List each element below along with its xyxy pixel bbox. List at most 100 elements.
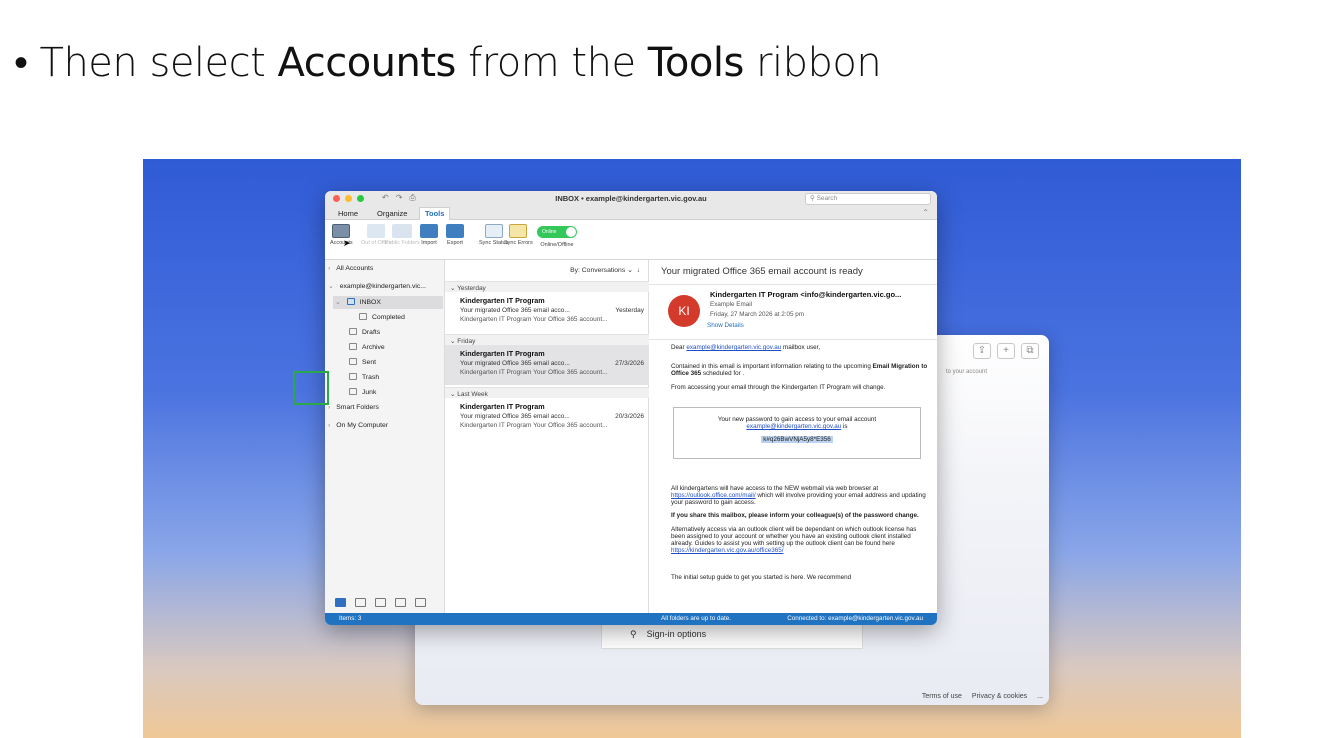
public-folders-icon [392, 224, 413, 238]
outlook-window: ↶ ↷ ⎙ INBOX • example@kindergarten.vic.g… [325, 191, 937, 625]
privacy-link[interactable]: Privacy & cookies [972, 693, 1027, 700]
greeting-rest: mailbox user, [781, 344, 821, 351]
sort-dropdown[interactable]: By: Conversations ⌄ ↓ [570, 266, 640, 274]
sidebar-item-on-my-computer[interactable]: › On My Computer [328, 422, 388, 429]
sign-in-options-label: Sign-in options [646, 629, 707, 639]
tabs-icon[interactable]: ⧉ [1021, 343, 1039, 359]
calendar-icon[interactable] [355, 598, 366, 607]
public-folders-button[interactable]: Public Folders [385, 224, 420, 246]
new-tab-icon[interactable]: + [997, 343, 1015, 359]
title-tools: Tools [647, 40, 745, 86]
p1-end: scheduled for . [701, 370, 745, 378]
title-bar: ↶ ↷ ⎙ INBOX • example@kindergarten.vic.g… [325, 191, 937, 207]
sidebar-item-junk[interactable]: Junk [349, 388, 376, 396]
warning-icon [509, 224, 528, 238]
paragraph-6: The initial setup guide to get you start… [671, 574, 852, 582]
mouse-cursor-icon: ➤ [343, 238, 351, 248]
password-intro: Your new password to gain access to your… [717, 415, 877, 423]
all-accounts-label: All Accounts [336, 265, 374, 272]
status-bar: Items: 3 All folders are up to date. Con… [325, 613, 937, 625]
sort-direction-icon[interactable]: ↓ [637, 267, 640, 274]
password-email-link[interactable]: example@kindergarten.vic.gov.au [746, 423, 841, 430]
public-folders-label: Public Folders [385, 240, 420, 246]
message-list: By: Conversations ⌄ ↓ ⌄ Yesterday Kinder… [445, 260, 649, 613]
message-date: Yesterday [615, 307, 644, 314]
more-icon[interactable]: ... [1037, 693, 1043, 700]
tab-tools[interactable]: Tools [419, 207, 451, 220]
group-label: Yesterday [457, 285, 486, 292]
inbox-label: INBOX [359, 299, 381, 306]
signin-toolbar: ⇪ + ⧉ [973, 343, 1039, 359]
tasks-icon[interactable] [395, 598, 406, 607]
sidebar-item-sent[interactable]: Sent [349, 358, 376, 366]
completed-label: Completed [372, 314, 405, 321]
guides-link[interactable]: https://kindergarten.vic.gov.au/office36… [671, 547, 783, 554]
list-item[interactable]: Kindergarten IT Program Your migrated Of… [445, 345, 649, 385]
reading-pane: Your migrated Office 365 email account i… [649, 260, 937, 613]
item-count: Items: 3 [339, 615, 362, 622]
on-my-computer-label: On My Computer [336, 422, 389, 429]
mail-icon[interactable] [335, 598, 346, 607]
avatar: KI [668, 295, 700, 327]
sidebar-item-inbox[interactable]: ⌄ INBOX [333, 296, 443, 309]
sync-errors-label: Sync Errors [504, 240, 533, 246]
chevron-right-icon: › [328, 422, 331, 429]
message-subject: Your migrated Office 365 email acco... [460, 307, 570, 314]
sync-errors-button[interactable]: Sync Errors [504, 224, 533, 246]
message-date: 20/3/2026 [615, 413, 644, 420]
archive-label: Archive [362, 344, 385, 351]
search-input[interactable]: ⚲ Search [805, 193, 931, 205]
export-button[interactable]: Export [446, 224, 464, 246]
bullet: • [14, 40, 28, 86]
accounts-button[interactable]: Accounts ➤ [330, 224, 353, 248]
sidebar-item-completed[interactable]: Completed [359, 313, 405, 321]
group-label: Last Week [457, 391, 488, 398]
search-icon: ⚲ [810, 195, 817, 202]
module-switcher [335, 598, 426, 607]
account-label: example@kindergarten.vic... [339, 283, 426, 290]
p3-text: All kindergartens will have access to th… [671, 484, 879, 492]
paragraph-4: If you share this mailbox, please inform… [671, 512, 929, 519]
share-icon[interactable]: ⇪ [973, 343, 991, 359]
sidebar-item-archive[interactable]: Archive [349, 343, 385, 351]
sidebar-item-account[interactable]: ⌄ example@kindergarten.vic... [328, 282, 426, 290]
greeting: Dear example@kindergarten.vic.gov.au mai… [671, 344, 929, 351]
email-from[interactable]: Kindergarten IT Program <info@kindergart… [710, 290, 901, 299]
terms-link[interactable]: Terms of use [922, 693, 962, 700]
show-details-link[interactable]: Show Details [707, 322, 744, 329]
list-item[interactable]: Kindergarten IT Program Your migrated Of… [445, 398, 649, 438]
webmail-link[interactable]: https://outlook.office.com/mail/ [671, 492, 756, 499]
email-from-name: Example Email [710, 301, 752, 308]
group-header-last-week[interactable]: ⌄ Last Week [445, 387, 649, 398]
paragraph-2: From accessing your email through the Ki… [671, 383, 886, 391]
group-header-friday[interactable]: ⌄ Friday [445, 334, 649, 345]
drafts-label: Drafts [362, 329, 381, 336]
email-body: Dear example@kindergarten.vic.gov.au mai… [671, 344, 929, 588]
list-item[interactable]: Kindergarten IT Program Your migrated Of… [445, 292, 649, 332]
junk-label: Junk [362, 389, 377, 396]
import-button[interactable]: Import [420, 224, 438, 246]
tab-home[interactable]: Home [333, 208, 363, 219]
sidebar-item-drafts[interactable]: Drafts [349, 328, 380, 336]
trash-icon [349, 373, 357, 380]
online-offline-button[interactable]: Online Online/Offline [537, 224, 577, 248]
paragraph-5: Alternatively access via an outlook clie… [671, 526, 929, 555]
sidebar-item-smart-folders[interactable]: › Smart Folders [328, 404, 379, 411]
sidebar-item-all-accounts[interactable]: › All Accounts [328, 265, 373, 272]
message-preview: Kindergarten IT Program Your Office 365 … [460, 369, 608, 376]
password-value: k#q26BwVNjA5y8*E356 [761, 436, 833, 444]
archive-icon [349, 343, 357, 350]
sent-label: Sent [362, 359, 376, 366]
group-header-yesterday[interactable]: ⌄ Yesterday [445, 281, 649, 292]
tab-organize[interactable]: Organize [372, 208, 412, 219]
notes-icon[interactable] [415, 598, 426, 607]
recipient-email-link[interactable]: example@kindergarten.vic.gov.au [686, 344, 781, 351]
online-toggle[interactable]: Online [537, 226, 577, 238]
chevron-right-icon: › [328, 265, 331, 272]
people-icon[interactable] [375, 598, 386, 607]
sort-label: By: Conversations [570, 267, 626, 274]
collapse-ribbon-icon[interactable]: ⌃ [922, 208, 929, 217]
sidebar-item-trash[interactable]: Trash [349, 373, 379, 381]
sync-status-text: All folders are up to date. [661, 615, 732, 622]
accounts-icon [332, 224, 351, 238]
